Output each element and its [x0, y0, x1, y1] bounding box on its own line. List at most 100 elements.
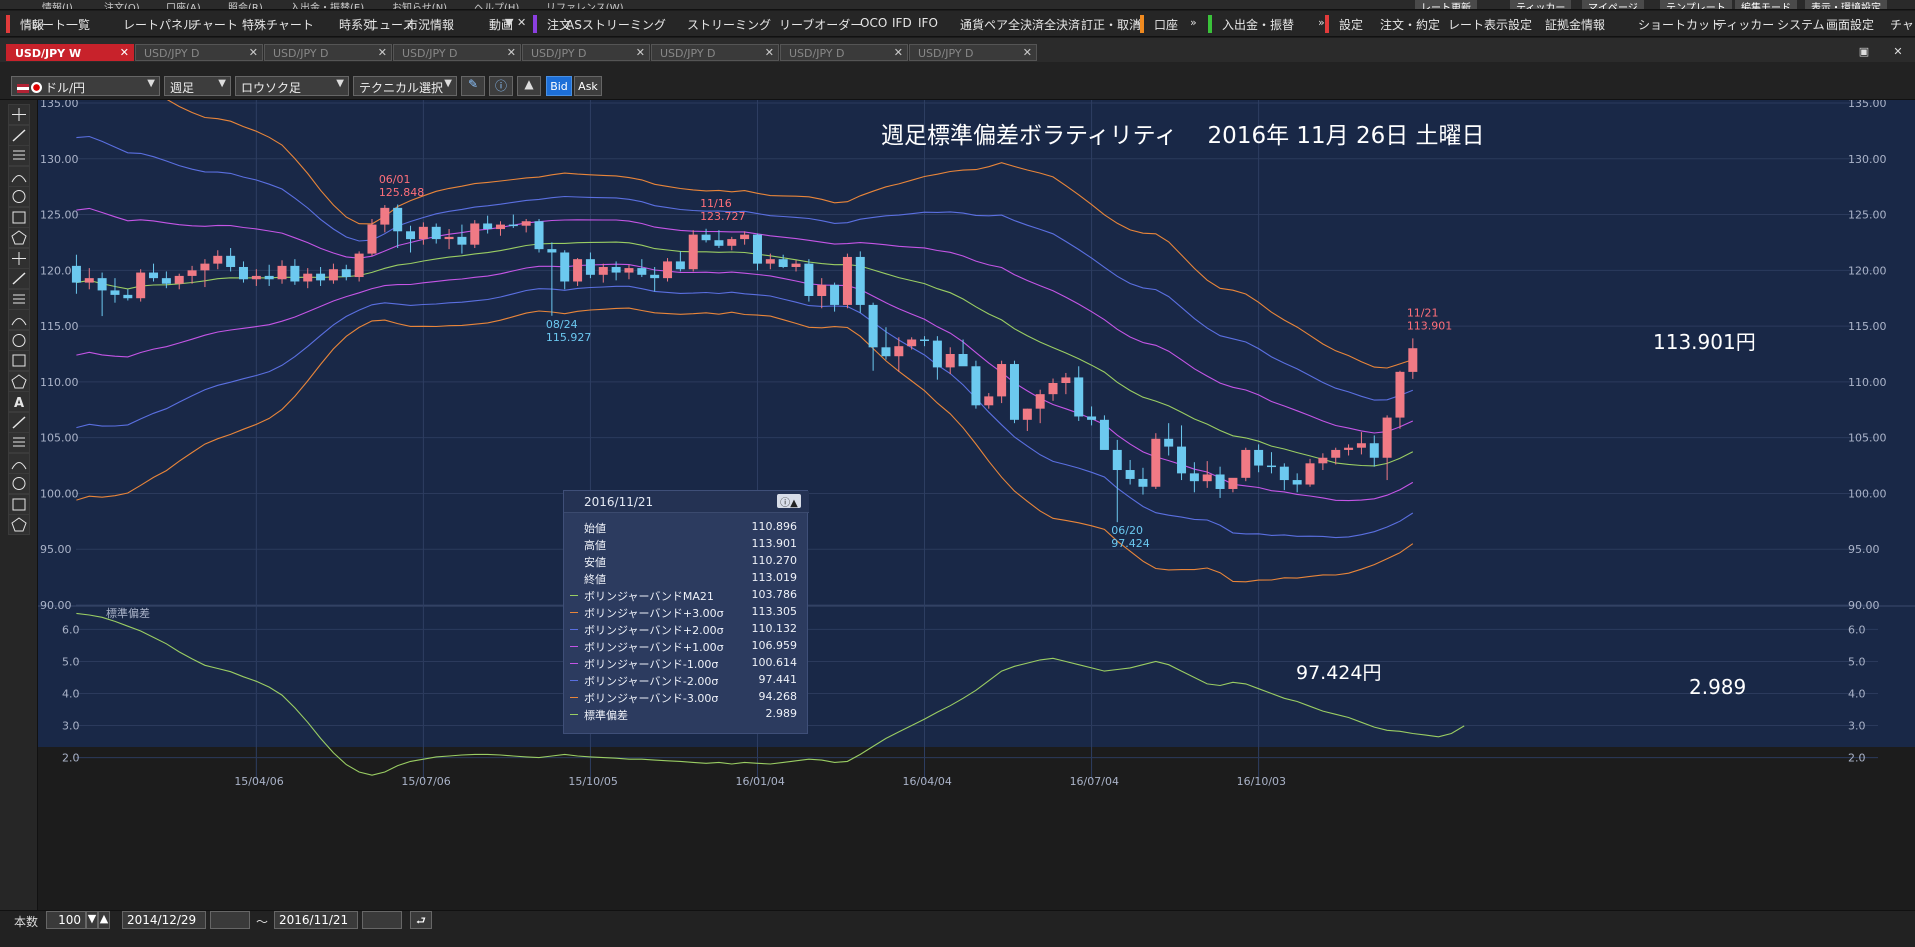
trendline-icon[interactable] — [8, 124, 30, 146]
rectangle-icon[interactable] — [8, 350, 30, 371]
fibonacci-arc-icon[interactable] — [8, 206, 30, 228]
copy-icon[interactable] — [8, 452, 30, 474]
menu-right-item[interactable]: 編集モード — [1735, 0, 1797, 9]
close-tab-icon[interactable]: ✕ — [765, 46, 774, 59]
chart-area[interactable]: 135.00 135.00 130.00 130.00 125.00 125.00 120.… — [38, 100, 1915, 910]
eraser-icon[interactable] — [8, 493, 30, 515]
more-icon[interactable]: ▼ ✕ — [505, 16, 526, 29]
vertical-lines-icon[interactable] — [8, 268, 30, 289]
close-tab-icon[interactable]: ✕ — [894, 46, 903, 59]
ruler-icon[interactable] — [8, 145, 30, 166]
close-window-icon[interactable]: ✕ — [1889, 45, 1907, 59]
menu-right-item[interactable]: ティッカー — [1510, 0, 1572, 9]
data-window[interactable]: 2016/11/21 ⓘ▲ 始値 110.896 高値 113.901 安値 110.27… — [563, 490, 809, 734]
toolbar-item[interactable]: チャート — [1890, 16, 1915, 33]
icon-stamp-icon[interactable] — [8, 411, 30, 433]
menu-right-item[interactable]: テンプレート — [1660, 0, 1732, 9]
toolbar-item[interactable]: 市況情報 — [406, 16, 454, 33]
toolbar-item[interactable]: 口座 — [1154, 16, 1178, 33]
toolbar-item[interactable]: 設定 — [1339, 16, 1363, 33]
menu-item[interactable]: リファレンス(W) — [546, 0, 624, 9]
menu-item[interactable]: 注文(O) — [104, 0, 140, 9]
parallel-lines-icon[interactable] — [8, 186, 30, 207]
toolbar-item[interactable]: OCO — [860, 16, 887, 30]
close-tab-icon[interactable]: ✕ — [378, 46, 387, 59]
refresh-button[interactable]: ⮐ — [410, 911, 432, 929]
chart-tab[interactable]: USD/JPY D ✕ — [651, 44, 779, 61]
menu-item[interactable]: ヘルプ(H) — [474, 0, 519, 9]
paint-icon[interactable] — [8, 432, 30, 453]
info-button[interactable]: ⓘ — [489, 76, 513, 96]
toolbar-item[interactable]: レート一覧 — [30, 16, 90, 33]
toolbar-item[interactable]: レートパネル — [123, 16, 195, 33]
toolbar-item[interactable]: レート表示設定 — [1448, 16, 1532, 33]
chart-tab[interactable]: USD/JPY D ✕ — [909, 44, 1037, 61]
close-tab-icon[interactable]: ✕ — [120, 46, 129, 59]
layer-icon[interactable] — [8, 473, 30, 494]
close-tab-icon[interactable]: ✕ — [1023, 46, 1032, 59]
ask-button[interactable]: Ask — [574, 76, 602, 96]
maximize-icon[interactable]: ▣ — [1855, 45, 1873, 59]
from-date-input[interactable]: 2014/12/29 — [122, 911, 206, 929]
chart-tab[interactable]: USD/JPY D ✕ — [780, 44, 908, 61]
period-select[interactable]: 週足 ▼ — [164, 76, 231, 96]
toolbar-item[interactable]: システム — [1777, 16, 1825, 33]
toolbar-item[interactable]: 特殊チャート — [242, 16, 314, 33]
toolbar-item[interactable]: 入出金・振替 — [1222, 16, 1294, 33]
horizontal-lines-icon[interactable] — [8, 165, 30, 187]
bid-button[interactable]: Bid — [546, 76, 572, 96]
to-date-input[interactable]: 2016/11/21 — [274, 911, 358, 929]
toolbar-item[interactable]: IFD — [892, 16, 912, 30]
toolbar-item[interactable]: ティッカー — [1715, 16, 1774, 33]
toolbar-item[interactable]: 訂正・取消 — [1081, 16, 1141, 33]
info-collapse-icon[interactable]: ⓘ▲ — [777, 494, 801, 509]
magic-eraser-icon[interactable] — [8, 514, 30, 535]
pentagon-icon[interactable] — [8, 309, 30, 330]
text-icon[interactable]: A — [8, 391, 30, 412]
toolbar-item[interactable]: リーブオーダー — [779, 16, 862, 33]
close-tab-icon[interactable]: ✕ — [249, 46, 258, 59]
count-up-button[interactable]: ▲ — [98, 911, 110, 929]
area-chart-button[interactable]: ▲ — [517, 76, 541, 96]
fibonacci-icon[interactable] — [8, 247, 30, 269]
toolbar-item[interactable]: ASストリーミング — [566, 16, 666, 33]
toolbar-item[interactable]: ショートカット — [1638, 16, 1722, 33]
menu-right-item[interactable]: レート更新 — [1415, 0, 1477, 9]
menu-item[interactable]: 照会(R) — [228, 0, 263, 9]
chart-type-select[interactable]: ロウソク足 ▼ — [235, 76, 349, 96]
toolbar-item[interactable]: IFO — [918, 16, 938, 30]
chart-tab[interactable]: USD/JPY D ✕ — [522, 44, 650, 61]
menu-item[interactable]: お知らせ(N) — [392, 0, 447, 9]
chart-tab[interactable]: USD/JPY D ✕ — [135, 44, 263, 61]
channel-icon[interactable] — [8, 288, 30, 310]
fan-icon[interactable] — [8, 227, 30, 248]
close-tab-icon[interactable]: ✕ — [507, 46, 516, 59]
toolbar-item[interactable]: 通貨ペア全決済 — [960, 16, 1044, 33]
more-icon[interactable]: » — [1318, 16, 1325, 29]
menu-right-item[interactable]: マイページ — [1582, 0, 1644, 9]
count-down-button[interactable]: ▼ — [86, 911, 98, 929]
menu-item[interactable]: 入出金・振替(E) — [290, 0, 364, 9]
toolbar-item[interactable]: 証拠金情報 — [1545, 16, 1605, 33]
circle-icon[interactable] — [8, 329, 30, 351]
more-icon[interactable]: » — [1190, 16, 1197, 29]
chart-tab[interactable]: USD/JPY D ✕ — [393, 44, 521, 61]
toolbar-item[interactable]: チャート — [190, 16, 238, 33]
data-window-header[interactable]: 2016/11/21 ⓘ▲ — [564, 491, 809, 513]
menu-item[interactable]: 口座(A) — [166, 0, 201, 9]
chart-svg[interactable]: 135.00 135.00 130.00 130.00 125.00 125.00 120.… — [38, 100, 1915, 910]
close-tab-icon[interactable]: ✕ — [636, 46, 645, 59]
from-time-input[interactable] — [210, 911, 250, 929]
chart-tab[interactable]: USD/JPY W ✕ — [6, 44, 134, 61]
toolbar-item[interactable]: 注文・約定 — [1380, 16, 1440, 33]
toolbar-item[interactable]: 全決済 — [1044, 16, 1080, 33]
menu-item[interactable]: 情報(I) — [42, 0, 73, 9]
horizontal-line-icon[interactable] — [8, 370, 30, 392]
count-input[interactable]: 100 — [46, 911, 86, 929]
currency-pair-select[interactable]: ドル/円 ▼ — [11, 76, 160, 96]
toolbar-item[interactable]: 画面設定 — [1826, 16, 1874, 33]
crosshair-icon[interactable] — [8, 104, 30, 125]
pen-button[interactable]: ✎ — [461, 76, 485, 96]
chart-tab[interactable]: USD/JPY D ✕ — [264, 44, 392, 61]
menu-right-item[interactable]: 表示・環境設定 — [1805, 0, 1887, 9]
